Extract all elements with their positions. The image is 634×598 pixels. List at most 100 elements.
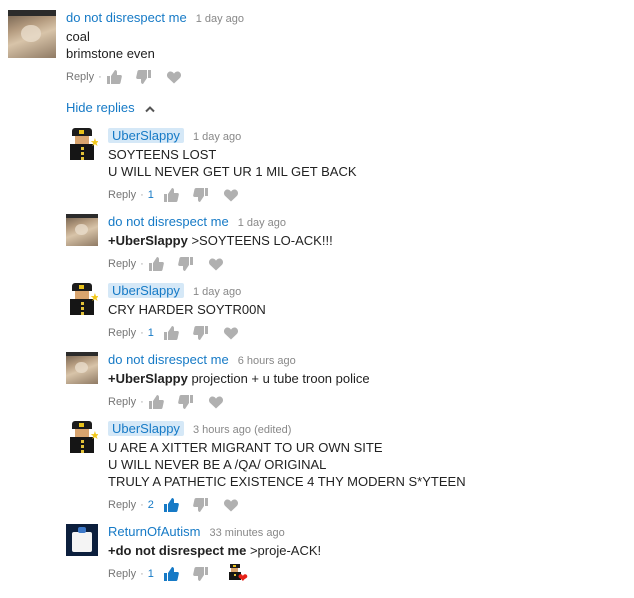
comment-time[interactable]: 3 hours ago (edited) <box>193 424 291 436</box>
top-comment: do not disrespect me 1 day ago coal brim… <box>8 10 244 86</box>
comment-time[interactable]: 1 day ago <box>193 286 241 298</box>
thumbs-down-icon[interactable] <box>193 497 209 513</box>
hide-replies-toggle[interactable]: Hide replies <box>66 100 156 115</box>
reply-comment: do not disrespect me 1 day ago +UberSlap… <box>66 214 333 273</box>
thumbs-up-icon[interactable] <box>163 325 179 341</box>
avatar[interactable] <box>66 352 98 384</box>
comment-time[interactable]: 1 day ago <box>193 131 241 143</box>
comment-actions: Reply · <box>66 68 244 86</box>
avatar[interactable] <box>66 524 98 556</box>
comment-actions: Reply · 1 <box>108 564 321 585</box>
comment-time[interactable]: 1 day ago <box>238 217 286 229</box>
heart-icon[interactable] <box>223 325 239 341</box>
thumbs-down-icon[interactable] <box>193 566 209 582</box>
comment-text-line: +UberSlappy projection + u tube troon po… <box>108 370 370 387</box>
reply-comment: do not disrespect me 6 hours ago +UberSl… <box>66 352 370 411</box>
like-count: 1 <box>147 327 154 339</box>
reply-button[interactable]: Reply <box>108 258 136 270</box>
comment-author[interactable]: UberSlappy <box>108 421 184 436</box>
comment-header: UberSlappy 1 day ago <box>108 128 357 146</box>
separator: · <box>140 327 144 339</box>
comment-author[interactable]: do not disrespect me <box>66 10 187 25</box>
reply-button[interactable]: Reply <box>108 499 136 511</box>
reply-comment: ★ UberSlappy 1 day ago SOYTEENS LOST U W… <box>66 128 357 204</box>
comment-text: >proje-ACK! <box>246 543 322 558</box>
comment-header: do not disrespect me 6 hours ago <box>108 352 370 370</box>
thumbs-up-icon[interactable] <box>163 566 179 582</box>
comment-text: projection + u tube troon police <box>187 371 370 386</box>
heart-icon[interactable] <box>208 394 224 410</box>
thumbs-down-icon[interactable] <box>177 256 194 272</box>
comment-actions: Reply · 1 <box>108 324 266 342</box>
thumbs-up-icon[interactable] <box>148 394 164 410</box>
heart-icon[interactable] <box>223 497 239 513</box>
comment-author[interactable]: ReturnOfAutism <box>108 524 200 539</box>
separator: · <box>140 189 144 201</box>
thumbs-up-icon[interactable] <box>106 69 122 85</box>
separator: · <box>140 568 144 580</box>
mention[interactable]: +do not disrespect me <box>108 543 246 558</box>
reply-button[interactable]: Reply <box>108 568 136 580</box>
comment-actions: Reply · 1 <box>108 186 357 204</box>
thumbs-up-icon[interactable] <box>148 256 164 272</box>
comment-text-line: SOYTEENS LOST <box>108 147 217 162</box>
comment-text-line: +UberSlappy >SOYTEENS LO-ACK!!! <box>108 232 333 249</box>
thumbs-down-icon[interactable] <box>177 394 194 410</box>
avatar[interactable] <box>8 10 56 58</box>
reply-button[interactable]: Reply <box>108 327 136 339</box>
comment-thread: do not disrespect me 1 day ago coal brim… <box>0 0 634 598</box>
heart-icon[interactable] <box>223 187 239 203</box>
comment-author[interactable]: do not disrespect me <box>108 214 229 229</box>
reply-button[interactable]: Reply <box>66 71 94 83</box>
comment-text-line: U WILL NEVER BE A /QA/ ORIGINAL <box>108 457 327 472</box>
comment-text-line: TRULY A PATHETIC EXISTENCE 4 THY MODERN … <box>108 474 466 489</box>
creator-heart-icon[interactable]: ❤ <box>226 564 249 585</box>
comment-header: ReturnOfAutism 33 minutes ago <box>108 524 321 542</box>
avatar[interactable]: ★ <box>66 421 98 453</box>
heart-icon: ❤ <box>237 571 248 585</box>
reply-comment: ReturnOfAutism 33 minutes ago +do not di… <box>66 524 321 585</box>
comment-time[interactable]: 1 day ago <box>196 13 244 25</box>
reply-button[interactable]: Reply <box>108 189 136 201</box>
reply-comment: ★ UberSlappy 1 day ago CRY HARDER SOYTR0… <box>66 283 266 342</box>
thumbs-down-icon[interactable] <box>135 69 152 85</box>
comment-actions: Reply · 2 <box>108 496 466 514</box>
comment-body: UberSlappy 1 day ago SOYTEENS LOST U WIL… <box>108 128 357 204</box>
avatar[interactable]: ★ <box>66 283 98 315</box>
comment-author[interactable]: UberSlappy <box>108 283 184 298</box>
comment-author[interactable]: do not disrespect me <box>108 352 229 367</box>
comment-text-line: brimstone even <box>66 46 155 61</box>
comment-body: UberSlappy 3 hours ago (edited) U ARE A … <box>108 421 466 514</box>
comment-author[interactable]: UberSlappy <box>108 128 184 143</box>
comment-body: do not disrespect me 6 hours ago +UberSl… <box>108 352 370 411</box>
comment-header: do not disrespect me 1 day ago <box>108 214 333 232</box>
heart-icon[interactable] <box>208 256 224 272</box>
comment-text-line: coal <box>66 29 90 44</box>
comment-text-line: U WILL NEVER GET UR 1 MIL GET BACK <box>108 164 357 179</box>
like-count: 1 <box>147 189 154 201</box>
comment-header: UberSlappy 1 day ago <box>108 283 266 301</box>
mention[interactable]: +UberSlappy <box>108 371 188 386</box>
thumbs-up-icon[interactable] <box>163 497 179 513</box>
comment-body: do not disrespect me 1 day ago coal brim… <box>66 10 244 86</box>
comment-body: ReturnOfAutism 33 minutes ago +do not di… <box>108 524 321 585</box>
mention[interactable]: +UberSlappy <box>108 233 188 248</box>
comment-header: do not disrespect me 1 day ago <box>66 10 244 28</box>
separator: · <box>140 258 144 270</box>
avatar[interactable]: ★ <box>66 128 98 160</box>
comment-actions: Reply · <box>108 255 333 273</box>
avatar[interactable] <box>66 214 98 246</box>
comment-time[interactable]: 6 hours ago <box>238 355 296 367</box>
thumbs-down-icon[interactable] <box>193 187 209 203</box>
comment-text-line: U ARE A XITTER MIGRANT TO UR OWN SITE <box>108 440 383 455</box>
heart-icon[interactable] <box>166 69 182 85</box>
thumbs-up-icon[interactable] <box>163 187 179 203</box>
comment-time[interactable]: 33 minutes ago <box>209 527 284 539</box>
reply-comment: ★ UberSlappy 3 hours ago (edited) U ARE … <box>66 421 466 514</box>
thumbs-down-icon[interactable] <box>193 325 209 341</box>
comment-body: do not disrespect me 1 day ago +UberSlap… <box>108 214 333 273</box>
comment-text-line: +do not disrespect me >proje-ACK! <box>108 542 321 559</box>
comment-text: >SOYTEENS LO-ACK!!! <box>187 233 333 248</box>
reply-button[interactable]: Reply <box>108 396 136 408</box>
comment-header: UberSlappy 3 hours ago (edited) <box>108 421 466 439</box>
